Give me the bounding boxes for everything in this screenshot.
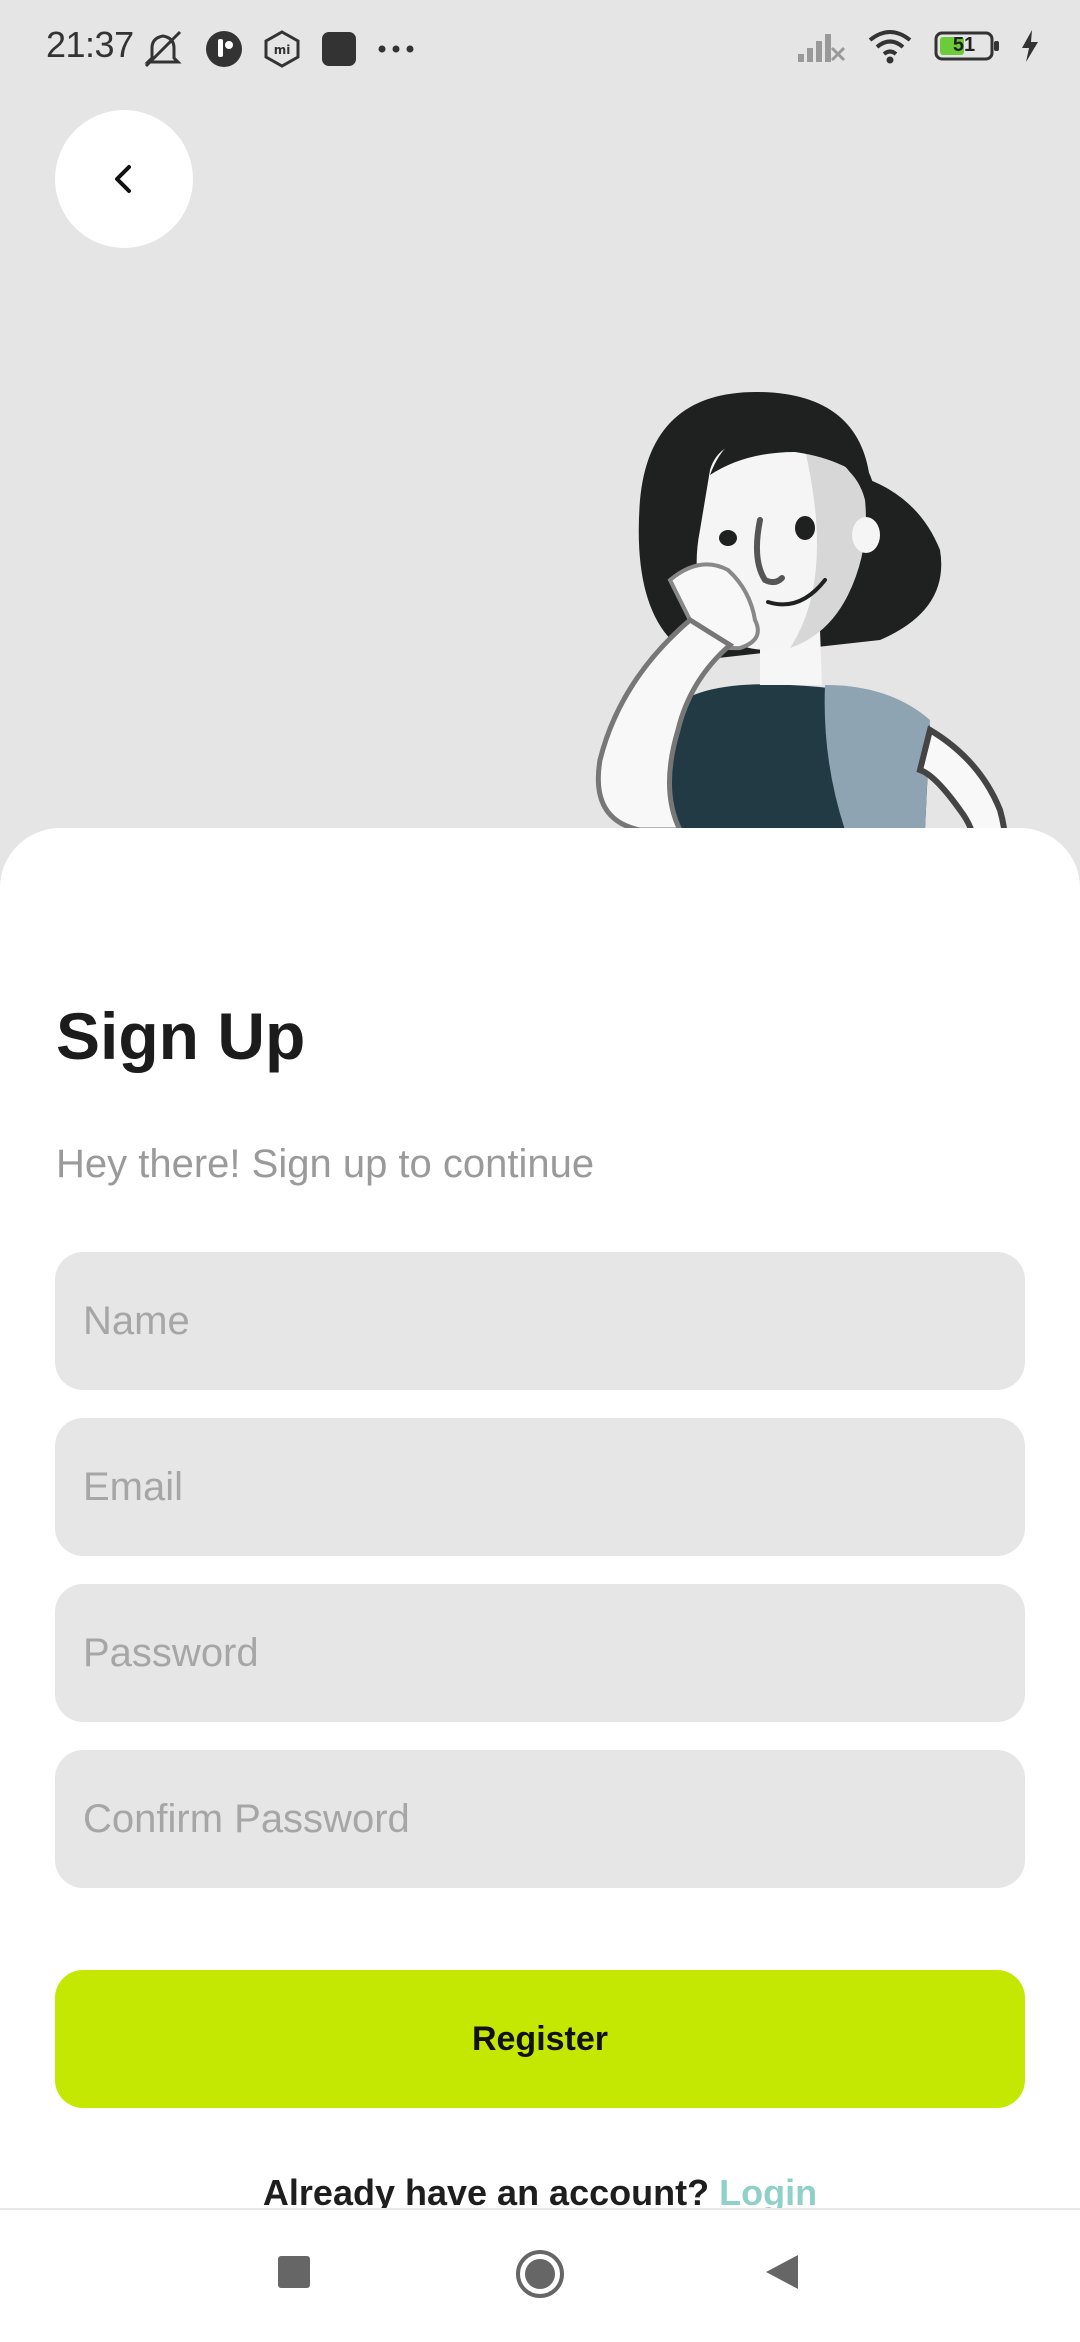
login-prompt-text: Already have an account? — [262, 2172, 710, 2213]
login-link[interactable]: Login — [719, 2172, 817, 2213]
status-right-icons: 51 — [796, 26, 1040, 66]
status-left-icons: mi — [140, 26, 416, 72]
wifi-icon — [868, 30, 912, 64]
home-circle-icon[interactable] — [514, 2248, 566, 2300]
mute-icon — [144, 30, 182, 68]
email-input[interactable] — [55, 1418, 1025, 1556]
name-input[interactable] — [55, 1252, 1025, 1390]
back-triangle-icon[interactable] — [762, 2252, 802, 2292]
square-app-icon — [322, 32, 356, 66]
charging-icon — [1022, 30, 1038, 62]
page-subtitle: Hey there! Sign up to continue — [56, 1142, 595, 1186]
page-title: Sign Up — [56, 999, 306, 1073]
back-button[interactable] — [55, 110, 193, 248]
battery-level-text: 51 — [952, 34, 976, 56]
confirm-password-input[interactable] — [55, 1750, 1025, 1888]
register-button[interactable]: Register — [55, 1970, 1025, 2108]
app-icon — [206, 31, 242, 67]
more-dots-icon — [378, 45, 414, 53]
mi-icon: mi — [264, 30, 300, 68]
battery-icon: 51 — [934, 30, 1000, 62]
password-input[interactable] — [55, 1584, 1025, 1722]
status-time: 21:37 — [46, 24, 134, 65]
navigation-bar — [0, 2208, 1080, 2342]
chevron-left-icon — [115, 165, 131, 193]
recents-square-icon[interactable] — [274, 2252, 314, 2292]
svg-text:mi: mi — [274, 43, 291, 57]
signal-icon — [798, 34, 846, 62]
status-bar: 21:37 mi 51 — [0, 0, 1080, 100]
